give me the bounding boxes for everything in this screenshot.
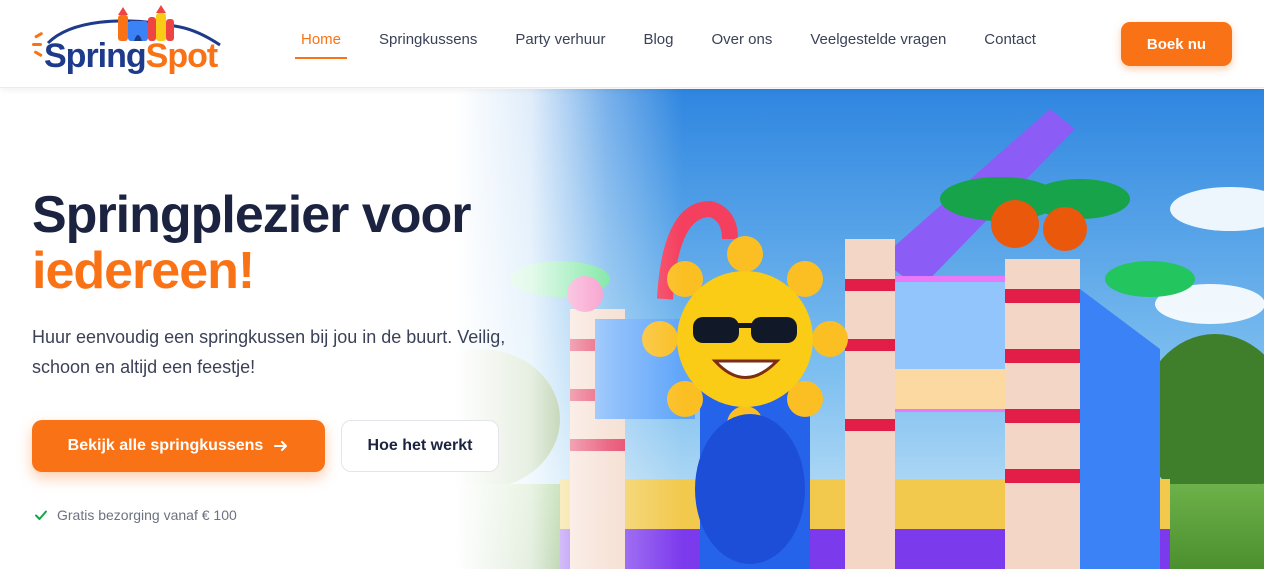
arrow-right-icon bbox=[274, 441, 288, 451]
check-icon bbox=[35, 510, 47, 520]
nav-item-over-ons[interactable]: Over ons bbox=[711, 0, 772, 88]
nav-item-veelgestelde-vragen[interactable]: Veelgestelde vragen bbox=[810, 0, 946, 88]
site-header: SpringSpot Home Springkussens Party verh… bbox=[0, 0, 1264, 88]
logo-wordmark: SpringSpot bbox=[44, 37, 219, 75]
how-it-works-button[interactable]: Hoe het werkt bbox=[341, 420, 499, 472]
hero-subtitle: Huur eenvoudig een springkussen bij jou … bbox=[32, 327, 506, 377]
springspot-logo[interactable]: SpringSpot bbox=[30, 5, 240, 83]
nav-item-party-verhuur[interactable]: Party verhuur bbox=[515, 0, 605, 88]
view-all-button-label: Bekijk alle springkussens bbox=[67, 437, 264, 454]
free-delivery-perk: Gratis bezorging vanaf € 100 bbox=[34, 507, 237, 523]
nav-item-springkussens[interactable]: Springkussens bbox=[379, 0, 477, 88]
nav-item-home[interactable]: Home bbox=[294, 0, 348, 88]
nav-item-blog[interactable]: Blog bbox=[643, 0, 673, 88]
main-navigation: Home Springkussens Party verhuur Blog Ov… bbox=[282, 0, 1055, 88]
logo-text-part1: Spring bbox=[44, 37, 147, 75]
hero-title-line1: Springplezier voor bbox=[32, 186, 472, 244]
logo-text-part2: Spot bbox=[145, 37, 219, 75]
hero-title: Springplezier voor iedereen! bbox=[32, 186, 472, 300]
hero-title-highlight: iedereen! bbox=[32, 242, 255, 300]
free-delivery-text: Gratis bezorging vanaf € 100 bbox=[57, 507, 237, 523]
nav-item-contact[interactable]: Contact bbox=[984, 0, 1036, 88]
hero-section: Springplezier voor iedereen! Huur eenvou… bbox=[0, 89, 1264, 569]
view-all-bouncy-castles-button[interactable]: Bekijk alle springkussens bbox=[32, 420, 325, 472]
book-now-button[interactable]: Boek nu bbox=[1121, 22, 1232, 66]
